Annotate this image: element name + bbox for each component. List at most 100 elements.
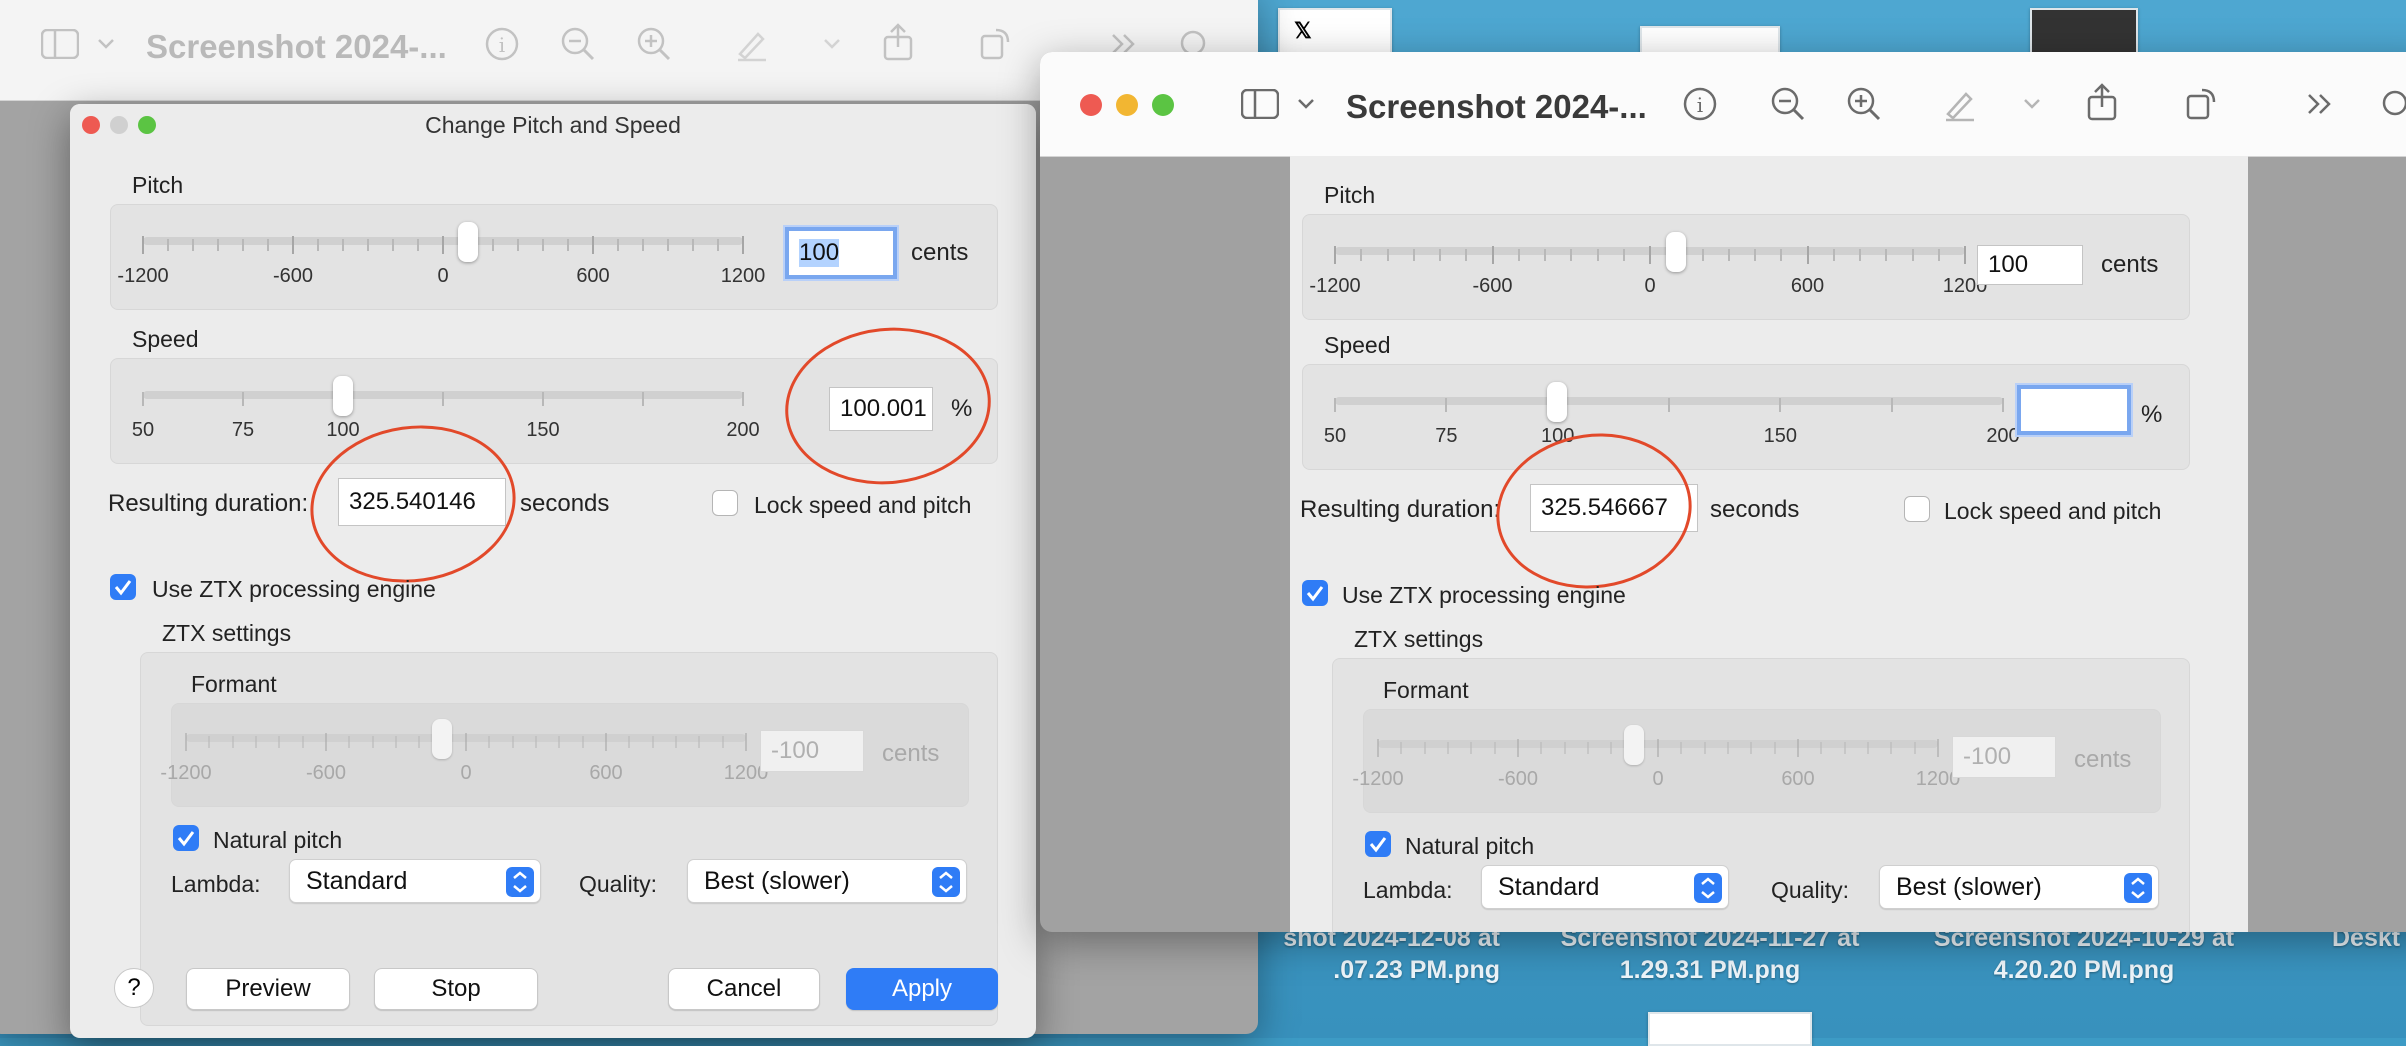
help-button[interactable]: ? [114, 968, 154, 1008]
share-icon[interactable] [878, 22, 918, 62]
pitch-slider[interactable]: -1200 -600 0 600 1200 [117, 222, 765, 295]
pitch-value-field[interactable]: 100 [785, 227, 897, 279]
slider-tick-label: -1200 [1352, 768, 1404, 790]
slider-tick [692, 239, 694, 251]
zoom-out-icon[interactable] [558, 24, 598, 64]
slider-tick [208, 736, 211, 748]
preview-button[interactable]: Preview [186, 968, 350, 1010]
slider-tick [511, 736, 514, 748]
quality-label: Quality: [579, 871, 657, 897]
slider-tick-label: -600 [1497, 768, 1539, 790]
chevron-down-icon[interactable] [1286, 84, 1326, 124]
formant-value-field[interactable]: -100 [1952, 736, 2056, 778]
zoom-window-button[interactable] [1152, 94, 1174, 116]
slider-tick-label: 50 [131, 419, 155, 441]
rotate-icon[interactable] [2182, 82, 2222, 122]
chevron-double-right-icon[interactable] [2300, 84, 2340, 124]
use-ztx-label: Use ZTX processing engine [1342, 582, 1626, 608]
slider-tick-label: -600 [305, 762, 347, 784]
slider-tick [1570, 249, 1573, 261]
info-icon[interactable]: i [1680, 84, 1720, 124]
slider-tick [542, 392, 544, 406]
slider-knob[interactable] [1547, 382, 1568, 422]
slider-tick [465, 733, 467, 751]
search-icon[interactable] [2376, 84, 2406, 124]
speed-label: Speed [132, 326, 199, 352]
formant-slider[interactable]: -1200 -600 0 600 1200 [1352, 725, 1960, 798]
markup-pen-icon[interactable] [1940, 84, 1980, 124]
slider-tick-label: -1200 [1309, 275, 1361, 297]
slider-tick [417, 239, 419, 251]
slider-tick [1465, 249, 1468, 261]
slider-tick-label: 600 [589, 762, 623, 784]
slider-tick [242, 392, 244, 406]
chevron-down-icon[interactable] [86, 24, 126, 64]
slider-tick [1703, 742, 1706, 754]
use-ztx-checkbox[interactable] [110, 574, 136, 600]
lambda-popup[interactable]: Standard [1481, 865, 1729, 909]
slider-tick-label: -1200 [160, 762, 212, 784]
zoom-in-icon[interactable] [634, 24, 674, 64]
slider-tick [1885, 249, 1888, 261]
slider-tick [1622, 249, 1625, 261]
front-window-title: Screenshot 2024-... [1346, 88, 1647, 125]
natural-pitch-checkbox[interactable] [1365, 831, 1391, 857]
speed-value-field[interactable] [2017, 385, 2131, 435]
sidebar-toggle-icon[interactable] [1240, 84, 1280, 124]
cancel-button[interactable]: Cancel [668, 968, 820, 1010]
slider-tick [1859, 249, 1861, 261]
slider-tick [1439, 249, 1441, 261]
stop-button[interactable]: Stop [374, 968, 538, 1010]
quality-popup[interactable]: Best (slower) [687, 859, 967, 903]
markup-pen-icon[interactable] [732, 24, 772, 64]
slider-tick [1423, 742, 1426, 754]
natural-pitch-checkbox[interactable] [173, 825, 199, 851]
slider-knob[interactable] [458, 222, 479, 262]
slider-tick [371, 736, 374, 748]
zoom-out-icon[interactable] [1768, 84, 1808, 124]
close-window-button[interactable] [1080, 94, 1102, 116]
lock-speed-pitch-checkbox[interactable] [1904, 496, 1930, 522]
slider-tick [278, 736, 281, 748]
lambda-label: Lambda: [1363, 877, 1453, 903]
lock-speed-pitch-checkbox[interactable] [712, 490, 738, 516]
formant-slider[interactable]: -1200 -600 0 600 1200 [160, 719, 768, 792]
slider-tick-label: 50 [1323, 425, 1347, 447]
pitch-value-field[interactable]: 100 [1977, 245, 2083, 285]
ztx-settings-group: Formant -1200 -600 0 600 1200 -100 cents Nat… [1332, 658, 2190, 932]
duration-unit-label: seconds [1710, 496, 1800, 523]
pitch-slider[interactable]: -1200 -600 0 600 1200 [1309, 232, 1987, 305]
slider-tick [1610, 742, 1613, 754]
rotate-icon[interactable] [976, 22, 1016, 62]
speed-slider[interactable]: 50 75 100 150 200 [1324, 382, 2020, 455]
sidebar-toggle-icon[interactable] [40, 24, 80, 64]
slider-tick [348, 736, 351, 748]
chevron-down-icon[interactable] [812, 24, 852, 64]
minimize-window-button[interactable] [1116, 94, 1138, 116]
slider-tick [721, 736, 724, 748]
chevron-down-icon[interactable] [2012, 84, 2052, 124]
use-ztx-checkbox[interactable] [1302, 580, 1328, 606]
slider-tick [1780, 249, 1783, 261]
apply-button[interactable]: Apply [846, 968, 998, 1010]
share-icon[interactable] [2082, 82, 2122, 122]
slider-tick [651, 736, 654, 748]
quality-popup[interactable]: Best (slower) [1879, 865, 2159, 909]
lambda-popup[interactable]: Standard [289, 859, 541, 903]
formant-value-field[interactable]: -100 [760, 730, 864, 772]
slider-tick [2002, 398, 2004, 412]
dialog-title: Change Pitch and Speed [425, 112, 681, 138]
desktop-file-thumbnail[interactable] [1648, 1012, 1812, 1046]
slider-knob[interactable] [1624, 725, 1645, 765]
speed-unit-label: % [2141, 401, 2163, 428]
popup-arrows-icon [1694, 873, 1722, 903]
slider-tick [1680, 742, 1683, 754]
slider-knob[interactable] [432, 719, 453, 759]
slider-knob[interactable] [332, 376, 353, 416]
slider-tick [1820, 742, 1823, 754]
zoom-in-icon[interactable] [1844, 84, 1884, 124]
slider-tick-label: 200 [726, 419, 760, 441]
slider-knob[interactable] [1666, 232, 1687, 272]
slider-tick-label: -600 [272, 265, 314, 287]
info-icon[interactable]: i [482, 24, 522, 64]
